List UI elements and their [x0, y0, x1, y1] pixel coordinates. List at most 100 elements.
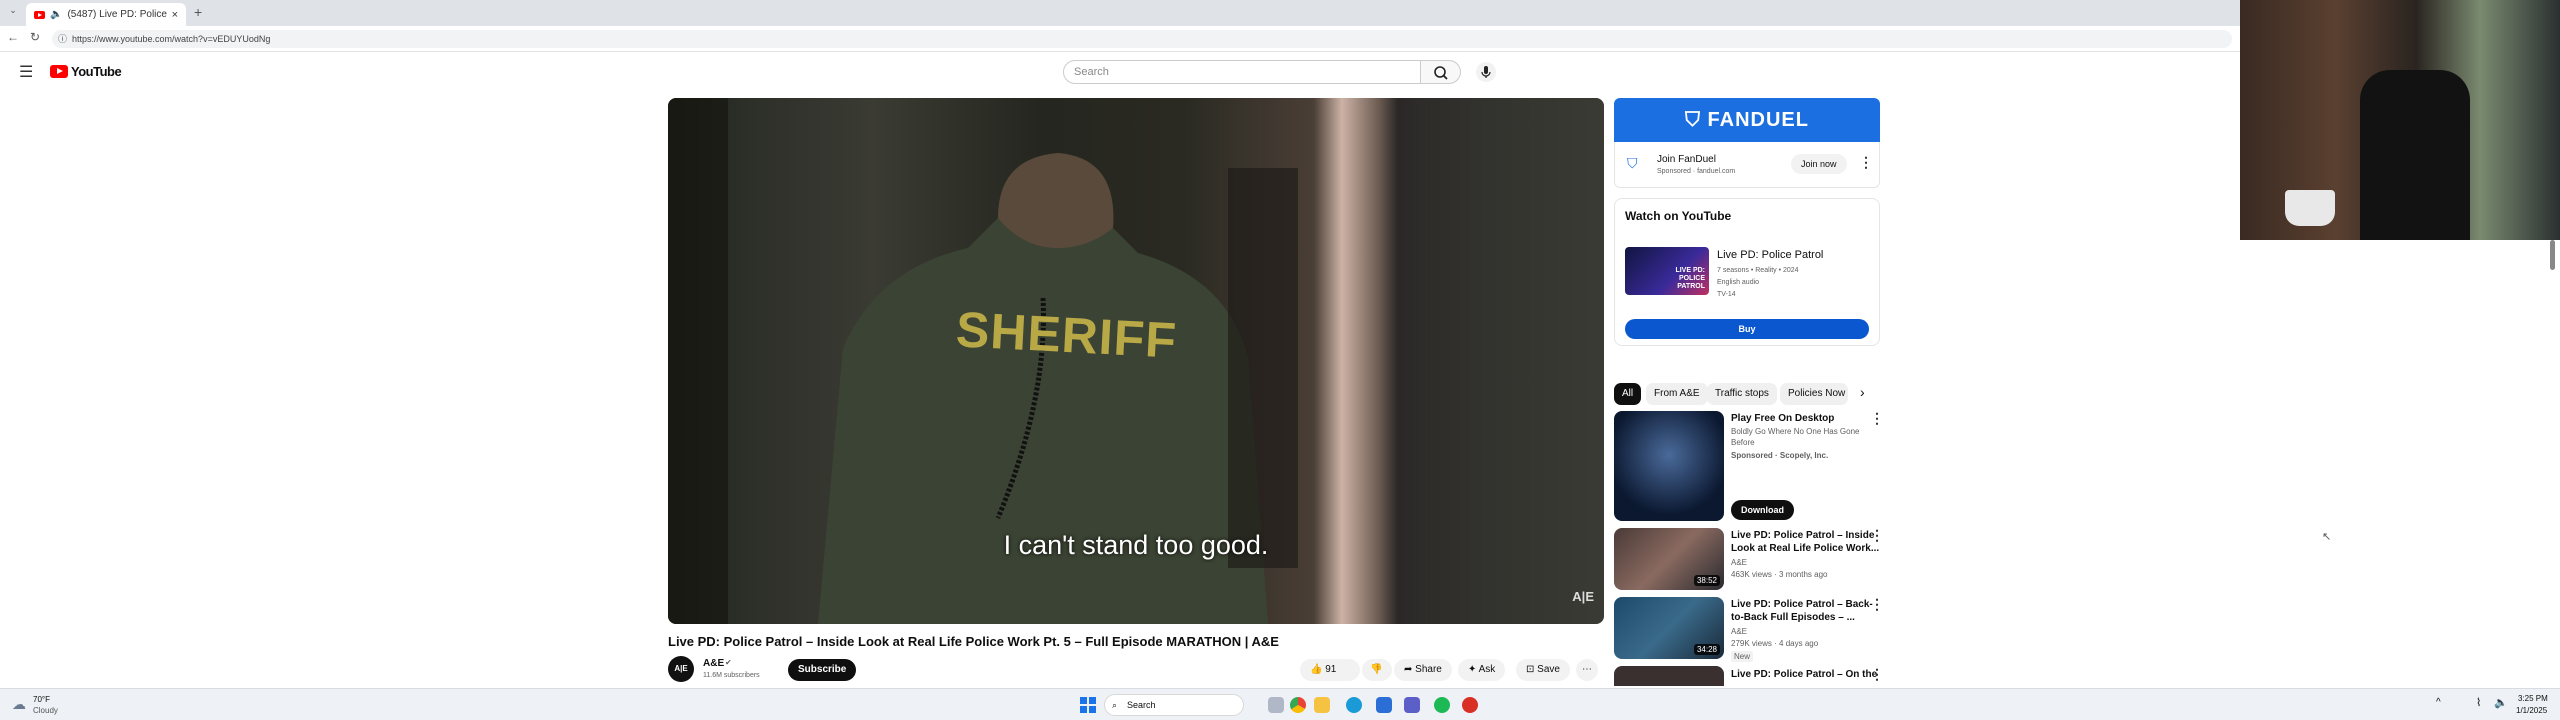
youtube-logo[interactable]: YouTube	[50, 64, 122, 79]
rec-menu-icon-2[interactable]: ⋮	[1870, 596, 1884, 613]
dislike-button[interactable]: 👎	[1362, 659, 1392, 681]
rec-new-badge-2: New	[1731, 651, 1754, 662]
new-tab-button[interactable]: +	[194, 4, 202, 20]
video-caption: I can't stand too good.	[1003, 530, 1269, 560]
save-button[interactable]: ⊡ Save	[1516, 659, 1570, 681]
rec-menu-icon-1[interactable]: ⋮	[1870, 527, 1884, 544]
file-explorer-icon[interactable]	[1314, 697, 1330, 713]
fanduel-banner[interactable]: ⛉ FANDUEL	[1614, 98, 1880, 142]
url-field[interactable]: ⓘ https://www.youtube.com/watch?v=vEDUYU…	[52, 30, 2232, 48]
speaker-icon: 🔈	[50, 9, 63, 20]
share-button[interactable]: ➦ Share	[1394, 659, 1452, 681]
rec-thumbnail-1[interactable]: 38:52	[1614, 528, 1724, 590]
back-arrow-icon[interactable]: ←	[4, 30, 22, 44]
windows-start-icon[interactable]	[1080, 697, 1096, 713]
channel-name[interactable]: A&E	[703, 658, 724, 669]
system-tray-chevron-icon[interactable]: ^	[2436, 697, 2441, 708]
youtube-logo-text: YouTube	[71, 64, 122, 79]
weather-cloud-icon: ☁	[12, 696, 26, 712]
sparkle-icon: ✦	[1468, 664, 1477, 675]
show-rating: TV-14	[1717, 291, 1736, 298]
search-button[interactable]	[1421, 60, 1461, 84]
thumbs-down-icon: 👎	[1370, 664, 1383, 675]
menu-hamburger-icon[interactable]: ☰	[19, 62, 33, 82]
webcam-chair-figure	[2360, 70, 2470, 240]
ask-button[interactable]: ✦ Ask	[1458, 659, 1506, 681]
microphone-icon[interactable]	[1476, 62, 1496, 82]
rec-duration-1: 38:52	[1693, 575, 1720, 586]
chip-all[interactable]: All	[1614, 383, 1642, 405]
rec-title-1a[interactable]: Live PD: Police Patrol – Inside	[1731, 529, 1874, 542]
chrome-icon[interactable]	[1290, 697, 1306, 713]
browser-tab-active[interactable]: 🔈 (5487) Live PD: Police Patrol – ×	[26, 3, 186, 26]
chips-next-arrow-icon[interactable]: ›	[1860, 384, 1865, 400]
rec-title-2b[interactable]: to-Back Full Episodes – ...	[1731, 611, 1855, 624]
reload-icon[interactable]: ↻	[26, 30, 44, 44]
video-player[interactable]: SHERIFF I can't stand too good. A|E	[668, 98, 1604, 624]
store-icon[interactable]	[1376, 697, 1392, 713]
subscribe-button[interactable]: Subscribe	[788, 659, 857, 681]
like-button[interactable]: 👍 91	[1300, 659, 1360, 681]
chip-from-ae[interactable]: From A&E	[1646, 383, 1708, 405]
rec-thumbnail-0[interactable]	[1614, 411, 1724, 521]
thumbs-up-icon: 👍	[1310, 664, 1323, 675]
rec-menu-icon-0[interactable]: ⋮	[1870, 410, 1884, 427]
search-input[interactable]: Search	[1063, 60, 1421, 84]
rec-title-1b[interactable]: Look at Real Life Police Work...	[1731, 542, 1879, 555]
buy-button[interactable]: Buy	[1625, 319, 1869, 339]
rec-channel-1[interactable]: A&E	[1731, 557, 1747, 568]
rec-meta-1: 463K views · 3 months ago	[1731, 570, 1828, 579]
rec-thumbnail-3[interactable]	[1614, 666, 1724, 686]
tab-close-icon[interactable]: ×	[172, 9, 178, 21]
youtube-header: ☰ YouTube Search	[0, 56, 2240, 88]
rec-thumbnail-2[interactable]: 34:28	[1614, 597, 1724, 659]
rec-line-0c: Sponsored · Scopely, Inc.	[1731, 451, 1829, 460]
video-title: Live PD: Police Patrol – Inside Look at …	[668, 634, 1279, 649]
chip-policies-now[interactable]: Policies Now	[1780, 383, 1848, 405]
browser-tab-bar: ⌄ 🔈 (5487) Live PD: Police Patrol – × +	[0, 0, 2560, 26]
verified-icon: ✔	[725, 658, 732, 667]
site-info-icon[interactable]: ⓘ	[58, 30, 67, 48]
ad-cta-title: Join FanDuel	[1657, 154, 1716, 165]
page-scrollbar-thumb[interactable]	[2550, 240, 2555, 270]
download-button[interactable]: Download	[1731, 500, 1794, 520]
spotify-icon[interactable]	[1434, 697, 1450, 713]
address-bar-row: ← ↻ ⓘ https://www.youtube.com/watch?v=vE…	[0, 26, 2560, 52]
bookmark-icon: ⊡	[1526, 664, 1535, 675]
watch-on-heading: Watch on YouTube	[1625, 209, 1732, 223]
weather-temp: 70°F	[33, 695, 50, 704]
rec-title-2a[interactable]: Live PD: Police Patrol – Back-	[1731, 598, 1873, 611]
chip-traffic-stops[interactable]: Traffic stops	[1707, 383, 1777, 405]
rec-meta-2: 279K views · 4 days ago	[1731, 639, 1819, 648]
url-text: https://www.youtube.com/watch?v=vEDUYUod…	[72, 34, 271, 44]
join-now-button[interactable]: Join now	[1791, 154, 1847, 174]
rec-title-3[interactable]: Live PD: Police Patrol – On the	[1731, 668, 1877, 681]
webcam-bucket-figure	[2285, 190, 2335, 226]
clock-date[interactable]: 1/1/2025	[2516, 706, 2547, 715]
volume-icon[interactable]: 🔈	[2494, 696, 2508, 709]
watch-on-youtube-card: Watch on YouTube LIVE PD: POLICE PATROL …	[1614, 198, 1880, 346]
edge-icon[interactable]	[1346, 697, 1362, 713]
save-label: Save	[1537, 664, 1560, 675]
like-count: 91	[1325, 664, 1337, 675]
clock-time[interactable]: 3:25 PM	[2518, 694, 2548, 703]
ad-menu-icon[interactable]: ⋮	[1859, 154, 1873, 171]
windows-taskbar: ☁ 70°F Cloudy ⌕ Search ^ ⌇ 🔈 3:25 PM 1/1…	[0, 688, 2560, 720]
youtube-play-icon	[50, 65, 68, 78]
task-view-icon[interactable]	[1268, 697, 1284, 713]
network-icon[interactable]: ⌇	[2476, 696, 2481, 709]
taskbar-search-box[interactable]: ⌕ Search	[1104, 694, 1244, 716]
fanduel-brand: FANDUEL	[1707, 109, 1809, 131]
subscriber-count: 11.6M subscribers	[703, 672, 760, 679]
chrome-profile-icon[interactable]	[1462, 697, 1478, 713]
show-title[interactable]: Live PD: Police Patrol	[1717, 249, 1823, 261]
show-thumbnail[interactable]: LIVE PD: POLICE PATROL	[1625, 247, 1709, 295]
teams-icon[interactable]	[1404, 697, 1420, 713]
rec-title-0[interactable]: Play Free On Desktop	[1731, 412, 1834, 425]
rec-menu-icon-3[interactable]: ⋮	[1870, 666, 1884, 683]
channel-avatar[interactable]: A|E	[668, 656, 694, 682]
more-actions-button[interactable]: ⋯	[1576, 659, 1598, 681]
ask-label: Ask	[1478, 664, 1496, 675]
tab-list-chevron-icon[interactable]: ⌄	[4, 5, 22, 16]
rec-channel-2[interactable]: A&E	[1731, 626, 1747, 637]
